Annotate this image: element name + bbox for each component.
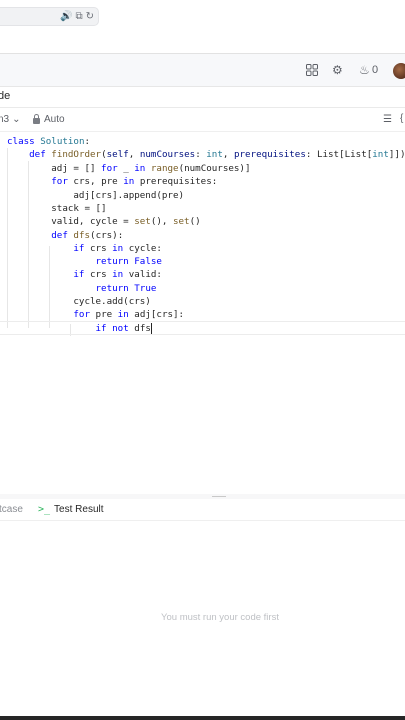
browser-address-bar: 🔊 ⧉ ↻	[0, 0, 405, 54]
language-label: n3	[0, 114, 10, 125]
fire-icon[interactable]: ♨	[359, 62, 370, 78]
text-cursor	[150, 323, 152, 334]
mode-label: Auto	[44, 114, 65, 125]
bottom-tabs: stcase >_ Test Result	[0, 499, 405, 521]
code-line: cycle.add(crs)	[7, 296, 151, 307]
code-line: def findOrder(self, numCourses: int, pre…	[29, 149, 405, 160]
auto-mode[interactable]: Auto	[33, 114, 65, 125]
lock-icon	[33, 114, 40, 124]
gear-icon[interactable]: ⚙	[332, 62, 343, 78]
code-line: adj[crs].append(pre)	[7, 190, 185, 201]
code-line: for crs, pre in prerequisites:	[51, 176, 218, 187]
code-line: return True	[95, 283, 157, 294]
terminal-icon: >_	[38, 504, 51, 515]
speaker-icon[interactable]: 🔊	[60, 10, 72, 24]
url-field[interactable]: 🔊 ⧉ ↻	[0, 7, 99, 26]
chevron-down-icon: ⌄	[12, 114, 21, 125]
streak-count: 0	[372, 64, 379, 76]
address-actions: 🔊 ⧉ ↻	[60, 10, 94, 24]
drag-handle[interactable]	[212, 496, 226, 497]
panel-title: de	[0, 90, 11, 102]
grid-icon[interactable]	[306, 64, 318, 76]
code-line: adj = [] for _ in range(numCourses)]	[7, 163, 251, 174]
tab-test-result[interactable]: >_ Test Result	[38, 504, 104, 515]
menu-icon[interactable]: ☰	[383, 114, 392, 125]
code-line: if crs in cycle:	[73, 243, 162, 254]
empty-result-message: You must run your code first	[161, 612, 279, 623]
code-line: if crs in valid:	[73, 269, 162, 280]
language-selector[interactable]: n3 ⌄	[0, 114, 21, 125]
top-nav: ⚙ ♨ 0	[0, 54, 405, 87]
code-line: return False	[95, 256, 162, 267]
code-line: class Solution:	[7, 136, 91, 147]
code-line: stack = []	[7, 203, 107, 214]
code-line: valid, cycle = set(), set()	[7, 216, 201, 227]
code-editor[interactable]: class Solution: def findOrder(self, numC…	[0, 135, 405, 495]
screen-bottom-edge	[0, 716, 405, 720]
avatar[interactable]	[393, 63, 405, 79]
code-line: if not dfs	[95, 323, 152, 334]
tab-test-result-label: Test Result	[54, 504, 104, 515]
code-line: def dfs(crs):	[51, 230, 124, 241]
code-line: for pre in adj[crs]:	[73, 309, 185, 320]
reload-icon[interactable]: ↻	[86, 10, 94, 24]
bracket-icon[interactable]: {	[400, 113, 403, 124]
divider	[0, 131, 405, 132]
tab-testcase[interactable]: stcase	[0, 504, 23, 515]
translate-icon[interactable]: ⧉	[75, 10, 82, 24]
editor-toolbar: n3 ⌄ Auto ☰ {	[0, 108, 405, 132]
